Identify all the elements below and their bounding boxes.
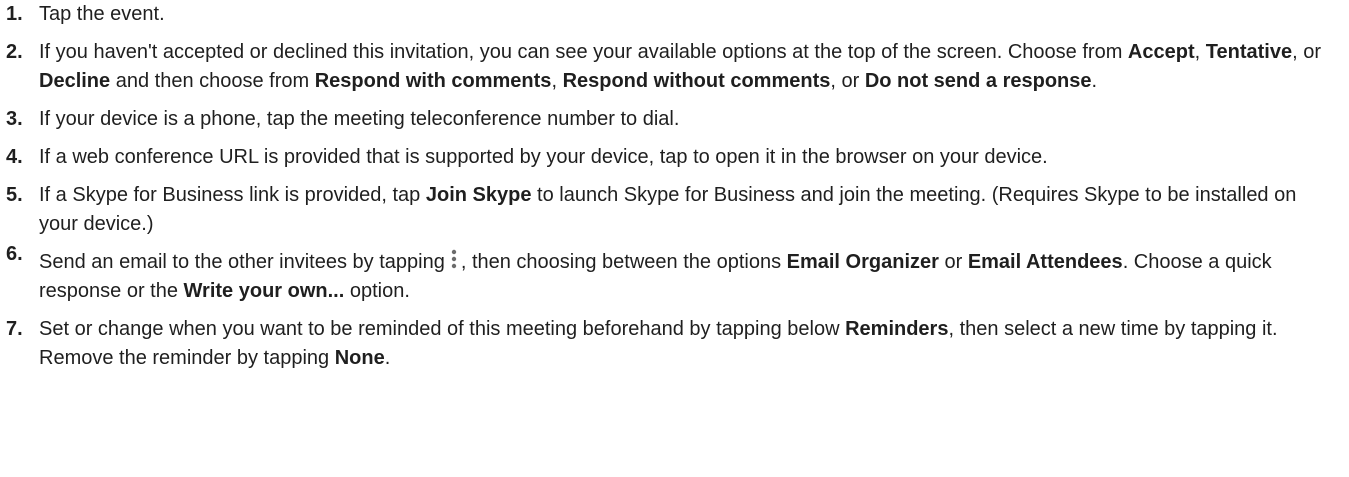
step-text-run: , [551,70,563,92]
bold-term: Email Organizer [786,251,939,273]
bold-term: Join Skype [425,184,532,206]
bold-term: Decline [39,70,111,92]
bold-term: Tentative [1205,41,1293,63]
step-number: 5. [6,184,23,206]
step-text: Tap the event. [39,0,1339,29]
kebab-menu-icon [449,248,459,270]
step-text-run: . [384,347,391,369]
step-number: 6. [6,243,23,265]
step-item: 6. Send an email to the other invitees by… [6,243,1339,306]
step-text-run: , then choosing between the options [460,251,787,273]
step-text-run: , or [1292,41,1321,63]
step-text-run: If a web conference URL is provided that… [39,146,1048,168]
bold-term: Reminders [845,318,949,340]
step-text-run: If your device is a phone, tap the meeti… [39,108,680,130]
bold-term: Write your own... [183,280,345,302]
step-number: 3. [6,108,23,130]
step-number: 2. [6,41,23,63]
step-text: If a Skype for Business link is provided… [39,181,1339,239]
step-text-run: or [938,251,968,273]
step-item: 5. If a Skype for Business link is provid… [6,181,1339,239]
step-text: Send an email to the other invitees by t… [39,248,1339,306]
step-item: 1. Tap the event. [6,0,1339,29]
step-number: 1. [6,3,23,25]
bold-term: Respond with comments [314,70,552,92]
step-text-run: If you haven't accepted or declined this… [39,41,1128,63]
bold-term: Do not send a response [864,70,1092,92]
step-text-run: , or [830,70,865,92]
step-item: 2. If you haven't accepted or declined th… [6,38,1339,96]
step-text-run: Tap the event. [39,3,165,25]
step-text-run: If a Skype for Business link is provided… [39,184,426,206]
step-item: 4. If a web conference URL is provided th… [6,143,1339,172]
step-text: Set or change when you want to be remind… [39,315,1339,373]
step-text-run: . [1091,70,1098,92]
step-number: 4. [6,146,23,168]
step-text-run: Set or change when you want to be remind… [39,318,846,340]
step-text: If you haven't accepted or declined this… [39,38,1339,96]
step-text-run: , [1194,41,1206,63]
instruction-steps: 1. Tap the event. 2. If you haven't accepte… [0,0,1349,373]
step-text: If your device is a phone, tap the meeti… [39,105,1339,134]
bold-term: None [334,347,385,369]
step-item: 3. If your device is a phone, tap the mee… [6,105,1339,134]
bold-term: Respond without comments [562,70,831,92]
step-item: 7. Set or change when you want to be remi… [6,315,1339,373]
step-number: 7. [6,318,23,340]
bold-term: Accept [1127,41,1195,63]
step-text-run: option. [344,280,410,302]
step-text-run: and then choose from [110,70,315,92]
step-text-run: Send an email to the other invitees by t… [39,251,445,273]
step-text: If a web conference URL is provided that… [39,143,1339,172]
bold-term: Email Attendees [967,251,1123,273]
